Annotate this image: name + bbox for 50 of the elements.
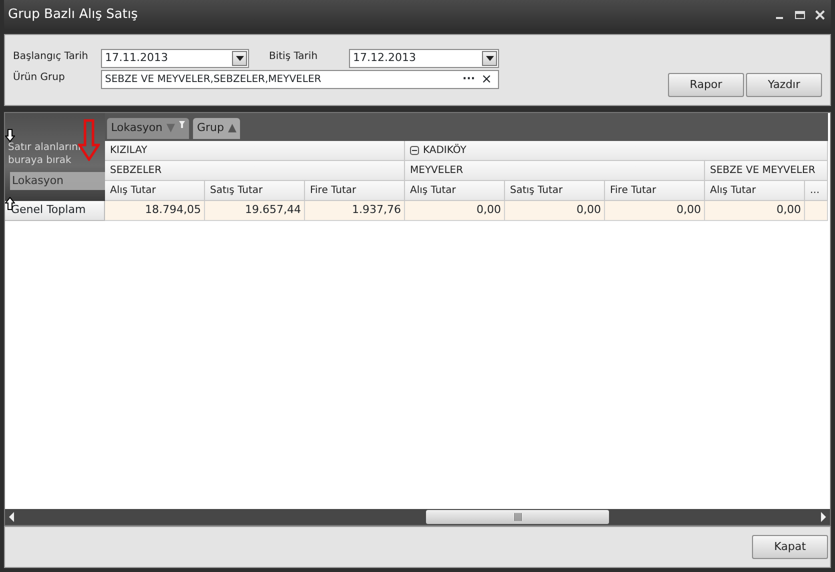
horizontal-scrollbar[interactable] (5, 509, 830, 525)
date-field[interactable]: 17.11.2013 (101, 49, 249, 68)
action-button[interactable]: Yazdır (746, 73, 822, 97)
table-cell: 1.937,76 (305, 201, 405, 221)
column-header[interactable]: Fire Tutar (305, 181, 405, 201)
row-header[interactable]: Genel Toplam (5, 201, 105, 221)
table-cell (805, 201, 828, 221)
column-header[interactable]: KIZILAY (105, 141, 405, 161)
table-cell: 0,00 (505, 201, 605, 221)
arrow-icon (78, 119, 100, 161)
dropdown-icon[interactable] (236, 56, 244, 61)
column-field-button[interactable]: Grup ▲ (193, 118, 240, 139)
table-cell: 0,00 (605, 201, 705, 221)
scrollbar-thumb[interactable] (426, 510, 609, 524)
filter-icon[interactable] (179, 121, 185, 128)
column-header[interactable]: Satış Tutar (505, 181, 605, 201)
column-header[interactable]: Alış Tutar (105, 181, 205, 201)
table-cell: 0,00 (705, 201, 805, 221)
scroll-right-icon[interactable] (819, 512, 827, 522)
scroll-left-icon[interactable] (8, 512, 16, 522)
clear-button[interactable]: × (481, 70, 492, 90)
close-icon[interactable] (815, 10, 825, 20)
column-header[interactable]: ... (805, 181, 828, 201)
row-field-button[interactable]: Lokasyon (10, 172, 105, 190)
column-header[interactable]: Satış Tutar (205, 181, 305, 201)
field-label: Başlangıç Tarih (13, 50, 90, 64)
close-button[interactable]: Kapat (752, 535, 828, 559)
column-field-button[interactable]: Lokasyon ▼ (107, 118, 189, 139)
column-header[interactable]: SEBZE VE MEYVELER (705, 161, 828, 181)
window-title: Grup Bazlı Alış Satış (8, 6, 138, 24)
column-header[interactable]: MEYVELER (405, 161, 705, 181)
table-cell: 19.657,44 (205, 201, 305, 221)
browse-button[interactable]: ··· (462, 71, 476, 88)
column-header[interactable]: Fire Tutar (605, 181, 705, 201)
maximize-icon[interactable] (795, 10, 805, 20)
lookup-field[interactable]: SEBZE VE MEYVELER,SEBZELER,MEYVELER ··· × (101, 70, 499, 89)
field-label: Ürün Grup (13, 70, 66, 85)
table-cell: 0,00 (405, 201, 505, 221)
column-header[interactable]: Alış Tutar (705, 181, 805, 201)
field-label: Bitiş Tarih (269, 50, 319, 64)
action-button[interactable]: Rapor (668, 73, 744, 97)
dropdown-icon[interactable] (486, 56, 494, 61)
table-cell: 18.794,05 (105, 201, 205, 221)
drop-hint: Satır alanlarını buraya bırak (8, 141, 82, 167)
collapse-icon[interactable] (410, 146, 419, 155)
column-header[interactable]: KADIKÖY (405, 141, 828, 161)
column-header[interactable]: Alış Tutar (405, 181, 505, 201)
date-field[interactable]: 17.12.2013 (349, 49, 499, 68)
column-header[interactable]: SEBZELER (105, 161, 405, 181)
grip-icon (514, 513, 522, 521)
